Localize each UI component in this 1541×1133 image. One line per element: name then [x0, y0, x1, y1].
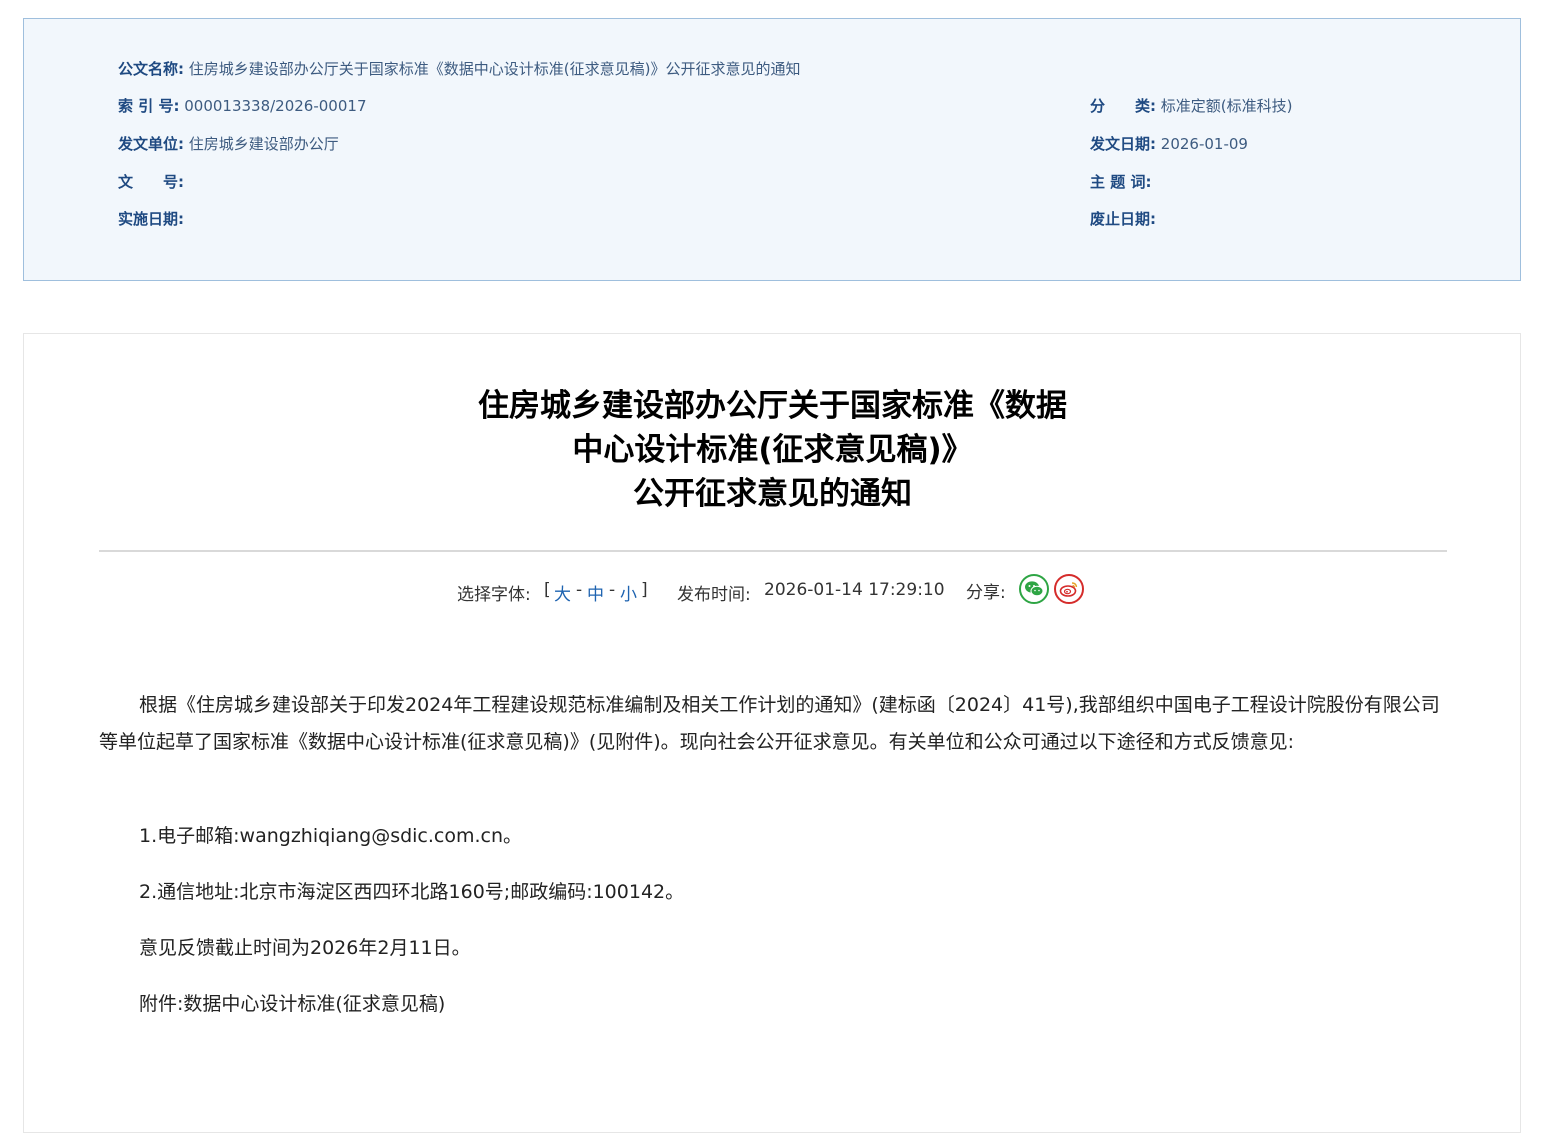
index-no-value: 000013338/2026-00017	[184, 97, 367, 115]
issuer-label: 发文单位:	[118, 135, 184, 153]
meta-row-issue-date: 发文日期: 2026-01-09	[1090, 134, 1248, 154]
paragraph-attachment[interactable]: 附件:数据中心设计标准(征求意见稿)	[99, 986, 1447, 1023]
paragraph-address: 2.通信地址:北京市海淀区西四环北路160号;邮政编码:100142。	[139, 881, 685, 903]
doc-no-label: 文 号:	[118, 173, 184, 191]
category-value: 标准定额(标准科技)	[1160, 97, 1293, 115]
expiry-date-label: 废止日期:	[1090, 210, 1156, 228]
doc-name-value: 住房城乡建设部办公厅关于国家标准《数据中心设计标准(征求意见稿)》公开征求意见的…	[188, 60, 801, 78]
keywords-label: 主 题 词:	[1090, 173, 1152, 191]
article-body-item: 1.电子邮箱:wangzhiqiang@sdic.com.cn。	[99, 818, 1447, 855]
issue-date-label: 发文日期:	[1090, 135, 1156, 153]
font-separator-2: -	[609, 580, 616, 600]
title-line-3: 公开征求意见的通知	[633, 476, 912, 512]
title-line-1: 住房城乡建设部办公厅关于国家标准《数据	[478, 388, 1067, 424]
publish-time-label: 发布时间:	[677, 585, 751, 605]
paragraph-deadline: 意见反馈截止时间为2026年2月11日。	[139, 937, 471, 959]
issue-date-value: 2026-01-09	[1160, 135, 1248, 153]
meta-row-issuer: 发文单位: 住房城乡建设部办公厅	[118, 134, 339, 154]
meta-row-category: 分 类: 标准定额(标准科技)	[1090, 96, 1293, 116]
category-label: 分 类:	[1090, 97, 1156, 115]
issuer-value: 住房城乡建设部办公厅	[188, 135, 339, 153]
font-size-large-link[interactable]: 大	[554, 580, 571, 605]
font-bracket-close: ]	[641, 580, 648, 600]
font-bracket-open: [	[544, 580, 551, 600]
article-info-bar: 选择字体: [ 大 - 中 - 小 ] 发布时间: 2026-01-14 17:…	[0, 574, 1541, 606]
article-body-item: 附件:数据中心设计标准(征求意见稿)	[99, 986, 1447, 1023]
title-line-2: 中心设计标准(征求意见稿)》	[572, 432, 973, 468]
publish-time-value: 2026-01-14 17:29:10	[764, 580, 945, 600]
meta-row-keywords: 主 题 词:	[1090, 172, 1151, 192]
meta-row-expiry: 废止日期:	[1090, 209, 1156, 229]
meta-row-doc-no: 文 号:	[118, 172, 184, 192]
title-divider	[99, 550, 1447, 552]
doc-name-label: 公文名称:	[118, 60, 184, 78]
meta-row-index: 索 引 号: 000013338/2026-00017	[118, 96, 366, 116]
article-body-item: 2.通信地址:北京市海淀区西四环北路160号;邮政编码:100142。	[99, 874, 1447, 911]
paragraph-intro: 根据《住房城乡建设部关于印发2024年工程建设规范标准编制及相关工作计划的通知》…	[99, 694, 1440, 753]
effective-date-label: 实施日期:	[118, 210, 184, 228]
weibo-icon[interactable]	[1054, 574, 1084, 604]
wechat-icon[interactable]	[1019, 574, 1049, 604]
share-label: 分享:	[966, 583, 1006, 603]
article-body: 根据《住房城乡建设部关于印发2024年工程建设规范标准编制及相关工作计划的通知》…	[99, 687, 1447, 761]
article-body-item: 意见反馈截止时间为2026年2月11日。	[99, 930, 1447, 967]
font-separator-1: -	[576, 580, 583, 600]
meta-row-effective: 实施日期:	[118, 209, 184, 229]
meta-row-name: 公文名称: 住房城乡建设部办公厅关于国家标准《数据中心设计标准(征求意见稿)》公…	[118, 59, 801, 79]
article-title: 住房城乡建设部办公厅关于国家标准《数据 中心设计标准(征求意见稿)》 公开征求意…	[0, 384, 1541, 516]
font-size-medium-link[interactable]: 中	[587, 580, 604, 605]
font-select-label: 选择字体:	[457, 585, 531, 605]
index-no-label: 索 引 号:	[118, 97, 180, 115]
paragraph-email: 1.电子邮箱:wangzhiqiang@sdic.com.cn。	[139, 825, 523, 847]
font-size-small-link[interactable]: 小	[620, 580, 637, 605]
